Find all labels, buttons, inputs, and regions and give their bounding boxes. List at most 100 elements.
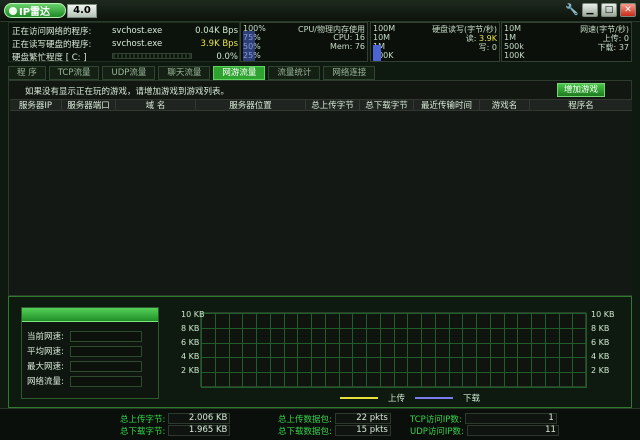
status-network-row: 正在访问网络的程序: svchost.exe 0.04K Bps bbox=[12, 25, 238, 37]
total-download-bytes-label: 总下载字节: bbox=[120, 426, 166, 437]
network-traffic-row: 网络流量: bbox=[27, 375, 155, 387]
wrench-icon[interactable]: 🔧 bbox=[565, 3, 579, 17]
disk-row-bottom: 100K bbox=[371, 51, 499, 60]
y-tick-right-2: 2 KB bbox=[591, 366, 610, 375]
tab-udp[interactable]: UDP流量 bbox=[102, 66, 156, 80]
status-disk-rate: 3.9K Bps bbox=[200, 39, 238, 49]
download-legend-line bbox=[415, 397, 454, 399]
total-download-bytes: 总下载字节: 1.965 KB bbox=[120, 425, 231, 437]
tab-game[interactable]: 网游流量 bbox=[213, 66, 266, 80]
disk-row-lower: 1M 写: 0 bbox=[371, 42, 499, 52]
net-down-readout: 下载: 37 bbox=[598, 42, 629, 52]
total-upload-bytes: 总上传字节: 2.006 KB bbox=[120, 413, 231, 425]
total-upload-packets-label: 总上传数据包: bbox=[278, 414, 332, 425]
disk-read-readout: 读: 3.9K bbox=[466, 33, 497, 43]
cpu-usage-bar bbox=[243, 31, 255, 61]
y-tick-left-4: 4 KB bbox=[181, 352, 200, 361]
cpu-graph-panel: 100% CPU/物理内存使用 75% CPU: 16 50% Mem: 76 … bbox=[240, 22, 368, 62]
version-badge: 4.0 bbox=[67, 4, 97, 18]
total-download-packets-value: 15 pkts bbox=[334, 425, 391, 436]
cpu-readout: CPU: 16 bbox=[333, 33, 365, 42]
udp-ip-count: UDP访问IP数: 11 bbox=[410, 425, 559, 437]
traffic-chart-svg bbox=[201, 313, 587, 388]
minimize-button[interactable]: ▁ bbox=[582, 3, 598, 17]
tcp-ip-count-value: 1 bbox=[464, 413, 557, 424]
tab-chat[interactable]: 聊天流量 bbox=[158, 66, 211, 80]
cpu-row-mid: 75% CPU: 16 bbox=[241, 33, 367, 42]
status-disk-program: svchost.exe bbox=[112, 39, 163, 49]
network-speed-panel: 当前网速: 平均网速: 最大网速: 网络流量: bbox=[21, 307, 159, 399]
total-upload-packets: 总上传数据包: 22 pkts bbox=[278, 413, 391, 425]
status-busy-progress bbox=[112, 52, 192, 62]
disk-scale-mid: 10M bbox=[373, 33, 391, 42]
udp-ip-count-value: 11 bbox=[466, 425, 559, 436]
tcp-ip-count: TCP访问IP数: 1 bbox=[410, 413, 557, 425]
net-scale-lower: 500k bbox=[504, 42, 524, 51]
disk-row-top: 100M 硬盘读写(字节/秒) bbox=[371, 24, 499, 34]
disk-title: 硬盘读写(字节/秒) bbox=[432, 25, 497, 34]
average-speed-label: 平均网速: bbox=[27, 347, 64, 357]
y-tick-right-8: 8 KB bbox=[591, 324, 610, 333]
max-speed-row: 最大网速: bbox=[27, 360, 155, 372]
tab-stats[interactable]: 流量统计 bbox=[268, 66, 321, 80]
net-scale-bottom: 100K bbox=[504, 51, 525, 60]
status-busy-label: 硬盘繁忙程度 [ C: ] bbox=[12, 53, 87, 63]
disk-row-mid: 10M 读: 3.9K bbox=[371, 33, 499, 43]
average-speed-value bbox=[70, 345, 142, 357]
y-tick-right-6: 6 KB bbox=[591, 338, 610, 347]
status-disk-label: 正在读写硬盘的程序: bbox=[12, 40, 92, 50]
tab-programs[interactable]: 程 序 bbox=[8, 66, 46, 80]
add-game-button[interactable]: 增加游戏 bbox=[557, 83, 605, 97]
current-speed-row: 当前网速: bbox=[27, 330, 155, 342]
game-traffic-table-body[interactable] bbox=[10, 111, 632, 295]
y-tick-left-10: 10 KB bbox=[181, 310, 205, 319]
download-legend-label: 下载 bbox=[463, 394, 481, 404]
total-upload-packets-value: 22 pkts bbox=[334, 413, 391, 424]
mem-readout: Mem: 76 bbox=[330, 42, 365, 51]
tcp-ip-count-label: TCP访问IP数: bbox=[410, 414, 462, 425]
mem-label: Mem: bbox=[329, 42, 353, 51]
close-button[interactable]: ✕ bbox=[620, 3, 636, 17]
mem-value: 76 bbox=[354, 42, 365, 51]
net-row-lower: 500k 下载: 37 bbox=[502, 42, 631, 52]
tab-connections[interactable]: 网络连接 bbox=[323, 66, 376, 80]
game-hint-text: 如果没有显示正在玩的游戏，请增加游戏到游戏列表。 bbox=[25, 87, 230, 97]
y-tick-left-2: 2 KB bbox=[181, 366, 200, 375]
net-up-readout: 上传: 0 bbox=[603, 33, 629, 43]
traffic-chart bbox=[200, 312, 587, 388]
tab-tcp[interactable]: TCP流量 bbox=[48, 66, 100, 80]
status-panel: 正在访问网络的程序: svchost.exe 0.04K Bps 正在读写硬盘的… bbox=[8, 22, 240, 63]
cpu-row-top: 100% CPU/物理内存使用 bbox=[241, 24, 367, 34]
max-speed-value bbox=[70, 360, 142, 372]
cpu-row-bottom: 25% bbox=[241, 51, 367, 60]
disk-usage-bar bbox=[373, 45, 381, 61]
current-speed-value bbox=[70, 330, 142, 342]
total-upload-bytes-label: 总上传字节: bbox=[120, 414, 166, 425]
net-scale-mid: 1M bbox=[504, 33, 516, 42]
upload-legend-label: 上传 bbox=[388, 394, 406, 404]
net-row-top: 10M 网速(字节/秒) bbox=[502, 24, 631, 34]
net-scale-top: 10M bbox=[504, 24, 522, 33]
y-tick-right-10: 10 KB bbox=[591, 310, 615, 319]
total-download-packets: 总下载数据包: 15 pkts bbox=[278, 425, 391, 437]
maximize-button[interactable]: □ bbox=[601, 3, 617, 17]
net-graph-panel: 10M 网速(字节/秒) 1M 上传: 0 500k 下载: 37 100K bbox=[501, 22, 632, 62]
status-busy-value: 0.0% bbox=[216, 52, 238, 62]
cpu-value: 16 bbox=[354, 33, 365, 42]
disk-scale-top: 100M bbox=[373, 24, 396, 33]
y-tick-right-4: 4 KB bbox=[591, 352, 610, 361]
current-speed-label: 当前网速: bbox=[27, 332, 64, 342]
disk-write-readout: 写: 0 bbox=[479, 42, 497, 52]
status-network-program: svchost.exe bbox=[112, 26, 163, 36]
total-upload-bytes-value: 2.006 KB bbox=[168, 413, 231, 424]
total-download-bytes-value: 1.965 KB bbox=[168, 425, 231, 436]
network-traffic-label: 网络流量: bbox=[27, 377, 64, 387]
cpu-label: CPU: bbox=[333, 33, 353, 42]
cpu-title: CPU/物理内存使用 bbox=[298, 25, 365, 34]
network-speed-panel-header bbox=[22, 308, 158, 322]
total-download-packets-label: 总下载数据包: bbox=[278, 426, 332, 437]
udp-ip-count-label: UDP访问IP数: bbox=[410, 426, 464, 437]
app-logo: IP雷达 bbox=[4, 3, 66, 18]
cpu-row-lower: 50% Mem: 76 bbox=[241, 42, 367, 51]
tab-bar: 程 序 TCP流量 UDP流量 聊天流量 网游流量 流量统计 网络连接 bbox=[8, 66, 376, 80]
